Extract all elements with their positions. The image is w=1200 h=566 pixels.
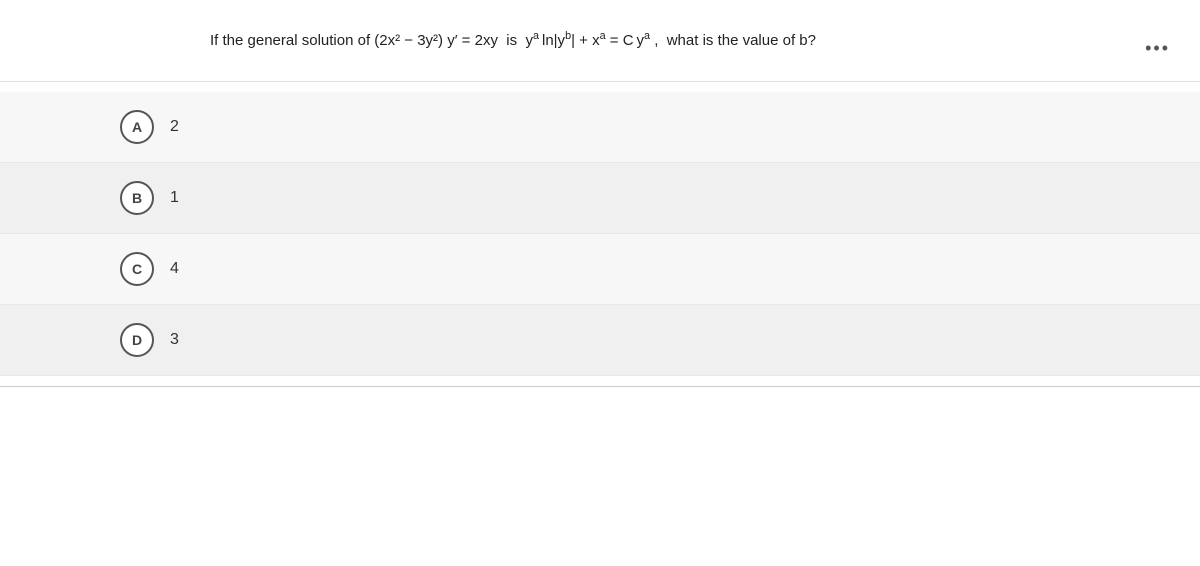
question-text: If the general solution of (2x² − 3y²) y… [210, 28, 1030, 53]
option-letter-d: D [132, 332, 142, 348]
option-letter-a: A [132, 119, 142, 135]
option-row-c[interactable]: C 4 [0, 234, 1200, 305]
option-letter-c: C [132, 261, 142, 277]
option-value-d: 3 [170, 331, 179, 349]
bottom-divider [0, 386, 1200, 387]
option-row-d[interactable]: D 3 [0, 305, 1200, 376]
option-value-a: 2 [170, 118, 179, 136]
option-circle-c[interactable]: C [120, 252, 154, 286]
option-circle-b[interactable]: B [120, 181, 154, 215]
option-circle-d[interactable]: D [120, 323, 154, 357]
question-container: If the general solution of (2x² − 3y²) y… [0, 0, 1200, 82]
option-letter-b: B [132, 190, 142, 206]
option-row-a[interactable]: A 2 [0, 92, 1200, 163]
option-value-c: 4 [170, 260, 179, 278]
options-area: A 2 B 1 C 4 D 3 [0, 92, 1200, 376]
option-row-b[interactable]: B 1 [0, 163, 1200, 234]
option-circle-a[interactable]: A [120, 110, 154, 144]
more-options-button[interactable]: ••• [1145, 38, 1170, 59]
option-value-b: 1 [170, 189, 179, 207]
